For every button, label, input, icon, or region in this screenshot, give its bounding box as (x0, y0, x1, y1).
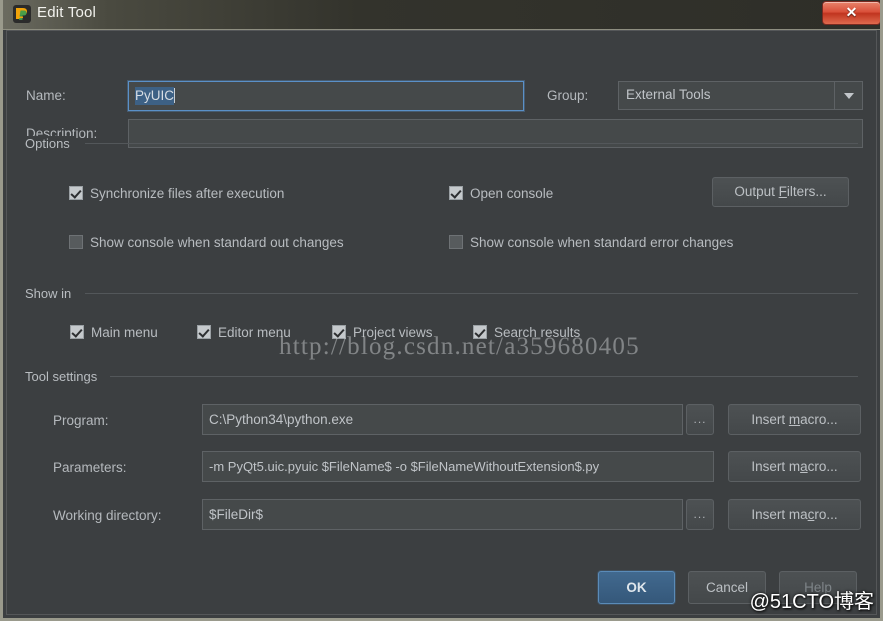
insert-macro-rest: acro... (800, 412, 838, 427)
checkbox-box (449, 235, 463, 249)
options-section-title: Options (25, 136, 76, 151)
parameters-input[interactable]: -m PyQt5.uic.pyuic $FileName$ -o $FileNa… (202, 451, 714, 482)
insert-macro-rest: ro... (814, 507, 838, 522)
program-browse-button[interactable]: ... (686, 404, 714, 435)
dialog-content: Name: PyUIC Group: External Tools Descri… (6, 30, 877, 615)
group-select[interactable]: External Tools (618, 81, 863, 110)
close-button[interactable]: ✕ (822, 1, 880, 25)
options-section-divider (85, 143, 858, 144)
checkbox-label: Project views (353, 325, 433, 340)
help-button[interactable]: Help (779, 571, 857, 604)
working-directory-insert-macro-button[interactable]: Insert macro... (728, 499, 861, 530)
checkbox-label: Search results (494, 325, 581, 340)
show-in-section-divider (85, 293, 858, 294)
checkbox-label: Synchronize files after execution (90, 186, 285, 201)
name-input-value: PyUIC (135, 87, 175, 105)
chevron-down-icon[interactable] (834, 82, 862, 109)
ok-button[interactable]: OK (598, 571, 675, 604)
group-label: Group: (547, 88, 589, 103)
tool-settings-section-title: Tool settings (25, 369, 104, 384)
name-input[interactable]: PyUIC (128, 81, 524, 111)
program-insert-macro-button[interactable]: Insert macro... (728, 404, 861, 435)
insert-macro-mnemonic: m (788, 412, 801, 427)
title-bar: Edit Tool ✕ (3, 0, 880, 30)
checkbox-box (332, 325, 346, 339)
checkbox-label: Show console when standard out changes (90, 235, 344, 250)
checkbox-label: Open console (470, 186, 554, 201)
window-title: Edit Tool (37, 4, 97, 21)
group-select-value: External Tools (626, 87, 711, 102)
checkbox-box (197, 325, 211, 339)
working-directory-input[interactable]: $FileDir$ (202, 499, 683, 530)
text-caret (174, 88, 176, 103)
parameters-insert-macro-button[interactable]: Insert macro... (728, 451, 861, 482)
program-label: Program: (53, 413, 109, 428)
program-input[interactable]: C:\Python34\python.exe (202, 404, 683, 435)
pycharm-icon (13, 5, 31, 23)
checkbox-label: Main menu (91, 325, 158, 340)
working-directory-browse-button[interactable]: ... (686, 499, 714, 530)
cancel-button[interactable]: Cancel (688, 571, 766, 604)
show-in-section-title: Show in (25, 286, 78, 301)
insert-macro-mnemonic: a (800, 459, 808, 474)
checkbox-box (449, 186, 463, 200)
tool-settings-section-divider (110, 376, 858, 377)
checkbox-box (69, 235, 83, 249)
checkbox-box (70, 325, 84, 339)
output-filters-mnemonic: F (778, 184, 787, 199)
output-filters-button[interactable]: Output Filters... (712, 177, 849, 207)
working-directory-label: Working directory: (53, 508, 162, 523)
checkbox-label: Editor menu (218, 325, 291, 340)
insert-macro-rest: cro... (807, 459, 838, 474)
checkbox-box (69, 186, 83, 200)
output-filters-rest: ilters... (786, 184, 827, 199)
parameters-label: Parameters: (53, 460, 127, 475)
close-icon: ✕ (845, 4, 858, 20)
checkbox-label: Show console when standard error changes (470, 235, 734, 250)
checkbox-box (473, 325, 487, 339)
name-label: Name: (26, 88, 66, 103)
edit-tool-dialog-window: Edit Tool ✕ Name: PyUIC Group: External … (0, 0, 883, 621)
